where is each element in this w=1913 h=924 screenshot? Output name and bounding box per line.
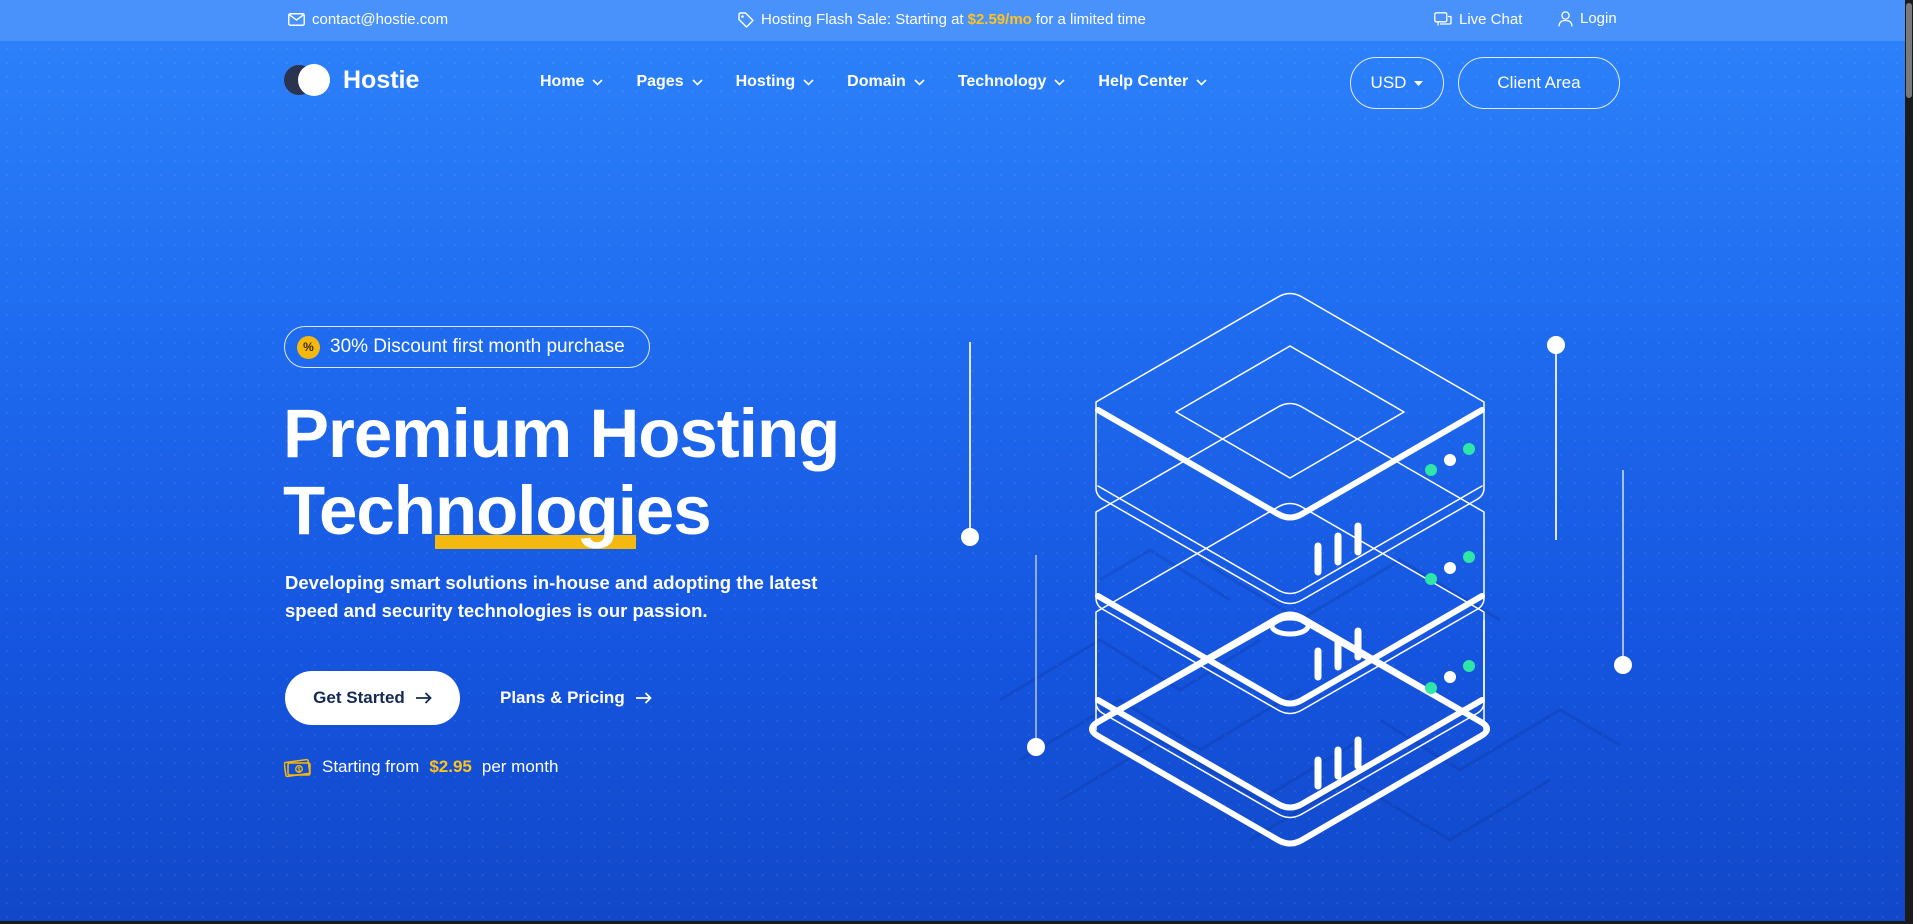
currency-select[interactable]: USD	[1350, 57, 1444, 109]
discount-text: 30% Discount first month purchase	[330, 336, 625, 357]
client-area-label: Client Area	[1497, 73, 1581, 92]
svg-text:$: $	[297, 768, 301, 774]
logo[interactable]: Hostie	[284, 64, 419, 96]
chevron-down-icon	[592, 78, 604, 86]
hero-description: Developing smart solutions in-house and …	[285, 572, 818, 621]
currency-label: USD	[1370, 73, 1407, 92]
nav-label: Help Center	[1098, 73, 1189, 90]
sale-suffix: for a limited time	[1035, 11, 1146, 28]
server-stack-illustration	[961, 292, 1632, 847]
price-amount: $2.95	[429, 757, 472, 776]
top-email[interactable]: contact@hostie.com	[288, 11, 448, 28]
nav-label: Hosting	[735, 73, 796, 90]
chevron-down-icon	[914, 78, 925, 86]
nav-item-hosting[interactable]: Hosting	[736, 73, 815, 91]
client-area-button[interactable]: Client Area	[1458, 57, 1620, 109]
main-nav: Home Pages Hosting Domain Technology Hel…	[540, 73, 1240, 91]
tag-icon	[738, 11, 754, 28]
starting-price: $ Starting from $2.95 per month	[284, 757, 558, 777]
percent-badge-icon: %	[297, 335, 320, 359]
nav-item-help-center[interactable]: Help Center	[1098, 73, 1207, 91]
chat-icon	[1434, 11, 1452, 25]
server-stack	[1089, 292, 1490, 847]
title-part: Tech	[283, 472, 436, 549]
nav-item-domain[interactable]: Domain	[847, 73, 925, 91]
caret-down-icon	[1414, 80, 1424, 86]
email-text: contact@hostie.com	[312, 11, 449, 28]
user-icon	[1558, 10, 1573, 27]
hero-title: Premium Hosting Tech nologies	[283, 395, 840, 549]
title-highlight: nologi	[434, 472, 637, 549]
arrow-right-icon	[415, 692, 432, 704]
chevron-down-icon	[803, 78, 814, 86]
logo-mark	[284, 64, 331, 96]
discount-badge: % 30% Discount first month purchase	[284, 326, 650, 368]
plans-pricing-label: Plans & Pricing	[500, 688, 625, 707]
status-leds	[1425, 443, 1475, 694]
chevron-down-icon	[1196, 78, 1207, 86]
login-label: Login	[1580, 10, 1617, 27]
sale-prefix: Hosting Flash Sale: Starting at	[761, 11, 964, 28]
login-link[interactable]: Login	[1558, 10, 1617, 27]
get-started-label: Get Started	[313, 688, 405, 707]
nav-item-home[interactable]: Home	[540, 73, 604, 91]
hero-title-line-1: Premium Hosting	[283, 395, 840, 472]
get-started-button[interactable]: Get Started	[285, 671, 460, 725]
flash-sale-notice: Hosting Flash Sale: Starting at $2.59/mo…	[738, 11, 1146, 28]
live-chat-link[interactable]: Live Chat	[1434, 11, 1522, 28]
top-bar: contact@hostie.com Hosting Flash Sale: S…	[0, 0, 1905, 41]
live-chat-label: Live Chat	[1459, 11, 1523, 28]
hero-title-line-2: Tech nologies	[283, 472, 839, 549]
nav-item-technology[interactable]: Technology	[958, 73, 1066, 91]
plans-pricing-link[interactable]: Plans & Pricing	[500, 688, 652, 708]
envelope-icon	[288, 13, 305, 26]
arrow-right-icon	[635, 692, 652, 704]
nav-label: Domain	[847, 73, 906, 90]
title-part: es	[635, 472, 712, 549]
nav-item-pages[interactable]: Pages	[636, 73, 703, 91]
vertical-scrollbar[interactable]	[1905, 0, 1913, 924]
chevron-down-icon	[692, 78, 703, 86]
money-icon: $	[284, 758, 311, 777]
price-suffix: per month	[481, 757, 559, 776]
nav-label: Home	[540, 73, 585, 90]
chevron-down-icon	[1054, 78, 1065, 86]
price-prefix: Starting from	[322, 757, 420, 776]
sale-price: $2.59/mo	[967, 11, 1032, 28]
page: contact@hostie.com Hosting Flash Sale: S…	[0, 0, 1905, 921]
brand-name: Hostie	[343, 65, 420, 94]
scrollbar-thumb[interactable]	[1906, 3, 1912, 98]
nav-label: Pages	[636, 73, 684, 90]
nav-label: Technology	[957, 73, 1047, 90]
